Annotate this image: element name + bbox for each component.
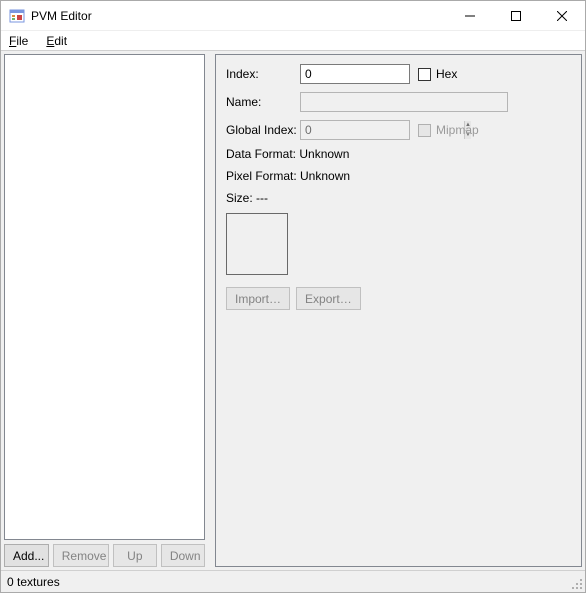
label-pixel-format: Pixel Format: <box>226 169 300 183</box>
size-grip[interactable] <box>569 576 583 590</box>
row-index: Index: Hex <box>226 63 573 85</box>
splitter[interactable] <box>208 54 212 567</box>
menu-file[interactable]: File <box>9 34 28 48</box>
app-window: PVM Editor File Edit Add... <box>0 0 586 593</box>
label-global-index: Global Index: <box>226 123 300 137</box>
texture-preview <box>226 213 288 275</box>
mipmap-checkbox <box>418 124 431 137</box>
close-button[interactable] <box>539 1 585 30</box>
value-pixel-format: Unknown <box>300 169 350 183</box>
menu-file-rest: ile <box>16 34 28 48</box>
content-area: Add... Remove Up Down Index: Hex Name: <box>1 51 585 570</box>
menubar: File Edit <box>1 31 585 51</box>
import-button[interactable]: Import… <box>226 287 290 310</box>
row-size: Size: --- <box>226 191 573 207</box>
maximize-button[interactable] <box>493 1 539 30</box>
titlebar: PVM Editor <box>1 1 585 31</box>
menu-edit-rest: dit <box>54 34 67 48</box>
label-size: Size: <box>226 191 256 205</box>
value-size: --- <box>256 191 268 205</box>
down-button[interactable]: Down <box>161 544 205 567</box>
label-index: Index: <box>226 67 300 81</box>
row-pixel-format: Pixel Format: Unknown <box>226 169 573 185</box>
global-index-spinner[interactable]: ▲ ▼ <box>300 120 410 140</box>
minimize-button[interactable] <box>447 1 493 30</box>
name-input[interactable] <box>300 92 508 112</box>
window-controls <box>447 1 585 30</box>
mipmap-checkbox-wrap: Mipmap <box>418 123 479 137</box>
window-title: PVM Editor <box>31 9 92 23</box>
row-name: Name: <box>226 91 573 113</box>
label-data-format: Data Format: <box>226 147 299 161</box>
up-button[interactable]: Up <box>113 544 157 567</box>
hex-checkbox-wrap[interactable]: Hex <box>418 67 457 81</box>
hex-label: Hex <box>436 67 457 81</box>
io-buttons: Import… Export… <box>226 287 573 310</box>
hex-checkbox[interactable] <box>418 68 431 81</box>
row-data-format: Data Format: Unknown <box>226 147 573 163</box>
statusbar: 0 textures <box>1 570 585 592</box>
value-data-format: Unknown <box>299 147 349 161</box>
export-button[interactable]: Export… <box>296 287 361 310</box>
index-input[interactable] <box>300 64 410 84</box>
status-text: 0 textures <box>7 575 60 589</box>
add-button[interactable]: Add... <box>4 544 49 567</box>
row-global-index: Global Index: ▲ ▼ Mipmap <box>226 119 573 141</box>
list-buttons: Add... Remove Up Down <box>4 540 205 567</box>
mipmap-label: Mipmap <box>436 123 479 137</box>
right-panel: Index: Hex Name: Global Index: ▲ ▼ <box>215 54 582 567</box>
menu-edit[interactable]: Edit <box>46 34 67 48</box>
app-icon <box>9 8 25 24</box>
remove-button[interactable]: Remove <box>53 544 109 567</box>
left-panel: Add... Remove Up Down <box>4 54 205 567</box>
label-name: Name: <box>226 95 300 109</box>
texture-listbox[interactable] <box>4 54 205 540</box>
